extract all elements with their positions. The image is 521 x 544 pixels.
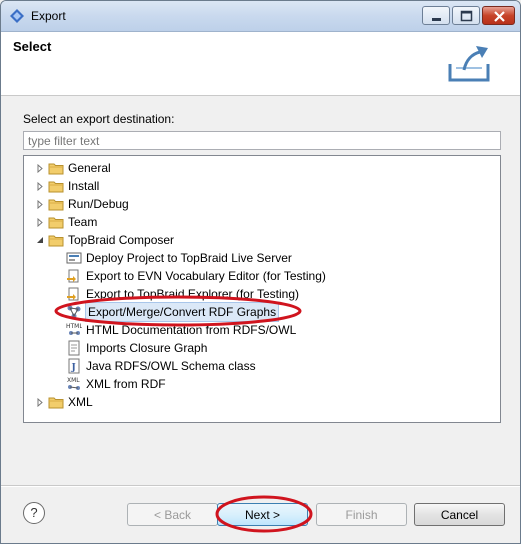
export-dialog: Export Select Select an export destinati…: [0, 0, 521, 544]
tree-item-label: Java RDFS/OWL Schema class: [86, 359, 256, 373]
export-icon: [448, 46, 490, 82]
expand-arrow-icon[interactable]: [34, 159, 48, 177]
svg-text:HTML: HTML: [66, 323, 82, 330]
svg-text:J: J: [71, 363, 76, 373]
tree-item-label: Deploy Project to TopBraid Live Server: [86, 251, 292, 265]
filter-input[interactable]: [23, 131, 501, 150]
expand-arrow-icon[interactable]: [34, 195, 48, 213]
tree-category-install[interactable]: Install: [34, 177, 99, 195]
destination-label: Select an export destination:: [23, 112, 175, 126]
folder-icon: [48, 215, 64, 229]
cancel-button[interactable]: Cancel: [414, 503, 505, 526]
tree-item[interactable]: XML XML from RDF: [66, 375, 166, 393]
maximize-icon: [460, 10, 473, 22]
wizard-header: Select: [1, 32, 520, 96]
html-icon: HTML: [66, 322, 83, 338]
tree-item[interactable]: Imports Closure Graph: [66, 339, 207, 357]
expand-arrow-icon[interactable]: [34, 393, 48, 411]
tree-item-label: General: [68, 161, 111, 175]
folder-icon: [48, 395, 64, 409]
folder-icon: [48, 179, 64, 193]
tree-category-run-debug[interactable]: Run/Debug: [34, 195, 129, 213]
rdf-graph-icon: [66, 304, 82, 320]
tree-category-team[interactable]: Team: [34, 213, 97, 231]
xml-icon: XML: [66, 376, 82, 392]
tree-item[interactable]: Export to EVN Vocabulary Editor (for Tes…: [66, 267, 326, 285]
close-icon: [494, 11, 505, 22]
folder-icon: [48, 233, 64, 247]
tree-item[interactable]: HTML HTML Documentation from RDFS/OWL: [66, 321, 296, 339]
tree-item-label: XML: [68, 395, 93, 409]
tree-item[interactable]: Export to TopBraid Explorer (for Testing…: [66, 285, 299, 303]
deploy-icon: [66, 250, 82, 266]
export-explorer-icon: [66, 286, 82, 302]
export-evn-icon: [66, 268, 82, 284]
window-controls: [420, 6, 515, 26]
tree-item-label: TopBraid Composer: [68, 233, 175, 247]
title-bar[interactable]: Export: [1, 1, 520, 32]
tree-item-label: Team: [68, 215, 98, 229]
collapse-arrow-icon[interactable]: [34, 231, 48, 249]
tree-item-label: Export/Merge/Convert RDF Graphs: [84, 302, 280, 322]
tree-item-label: Run/Debug: [68, 197, 129, 211]
document-icon: [66, 340, 82, 356]
page-title: Select: [13, 39, 52, 54]
help-button[interactable]: ?: [23, 502, 45, 524]
tree-item-label: XML from RDF: [86, 377, 166, 391]
destination-tree[interactable]: General Install Run/Debug Team TopBraid Comp…: [23, 155, 501, 423]
tree-item-label: Install: [68, 179, 100, 193]
tree-item[interactable]: Export/Merge/Convert RDF Graphs: [66, 302, 280, 322]
expand-arrow-icon[interactable]: [34, 213, 48, 231]
next-button[interactable]: Next >: [217, 503, 308, 526]
expand-arrow-icon[interactable]: [34, 177, 48, 195]
tree-category-xml[interactable]: XML: [34, 393, 93, 411]
divider: [1, 486, 520, 487]
folder-icon: [48, 161, 64, 175]
tree-item[interactable]: J Java RDFS/OWL Schema class: [66, 357, 256, 375]
tree-category-general[interactable]: General: [34, 159, 111, 177]
back-button[interactable]: < Back: [127, 503, 218, 526]
minimize-button[interactable]: [422, 6, 450, 25]
folder-icon: [48, 197, 64, 211]
tree-item-label: Export to TopBraid Explorer (for Testing…: [86, 287, 299, 301]
tree-item-label: Imports Closure Graph: [86, 341, 208, 355]
tree-item[interactable]: Deploy Project to TopBraid Live Server: [66, 249, 292, 267]
tree-category-topbraid-composer[interactable]: TopBraid Composer: [34, 231, 174, 249]
minimize-icon: [432, 18, 441, 21]
tree-item-label: Export to EVN Vocabulary Editor (for Tes…: [86, 269, 326, 283]
tree-item-label: HTML Documentation from RDFS/OWL: [86, 323, 297, 337]
java-icon: J: [66, 358, 82, 374]
window-title: Export: [31, 9, 66, 23]
svg-text:XML: XML: [67, 377, 80, 384]
app-icon: [10, 9, 24, 23]
close-button[interactable]: [482, 6, 515, 25]
maximize-button[interactable]: [452, 6, 480, 25]
finish-button[interactable]: Finish: [316, 503, 407, 526]
